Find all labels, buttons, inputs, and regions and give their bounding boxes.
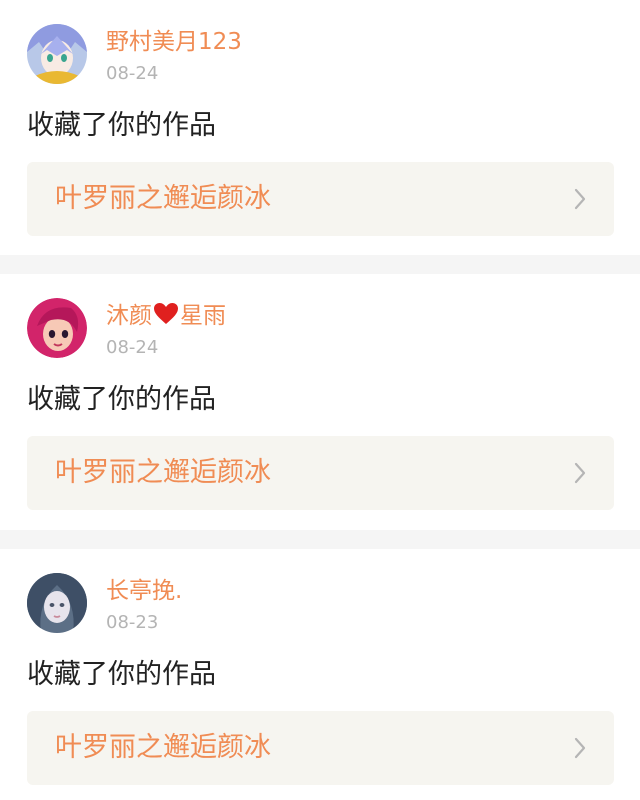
notification-item: 沐颜 星雨 08-24 收藏了你的作品 叶罗丽之邂逅颜冰 xyxy=(0,274,640,530)
work-title: 叶罗丽之邂逅颜冰 xyxy=(55,732,271,763)
work-card[interactable]: 叶罗丽之邂逅颜冰 xyxy=(27,162,614,236)
notification-item: 长亭挽. 08-23 收藏了你的作品 叶罗丽之邂逅颜冰 xyxy=(0,549,640,800)
timestamp: 08-24 xyxy=(106,63,159,84)
chevron-right-icon xyxy=(574,188,586,210)
notification-feed: 野村美月123 08-24 收藏了你的作品 叶罗丽之邂逅颜冰 沐颜 星雨 08-… xyxy=(0,0,640,800)
work-card[interactable]: 叶罗丽之邂逅颜冰 xyxy=(27,711,614,785)
username-part: 沐颜 xyxy=(106,303,152,329)
work-card[interactable]: 叶罗丽之邂逅颜冰 xyxy=(27,436,614,510)
action-text: 收藏了你的作品 xyxy=(27,659,216,690)
action-text: 收藏了你的作品 xyxy=(27,384,216,415)
notification-item: 野村美月123 08-24 收藏了你的作品 叶罗丽之邂逅颜冰 xyxy=(0,0,640,255)
timestamp: 08-24 xyxy=(106,337,159,358)
user-avatar[interactable] xyxy=(27,573,87,633)
chevron-right-icon xyxy=(574,462,586,484)
heart-icon xyxy=(154,303,178,324)
work-title: 叶罗丽之邂逅颜冰 xyxy=(55,457,271,488)
timestamp: 08-23 xyxy=(106,612,159,633)
action-text: 收藏了你的作品 xyxy=(27,110,216,141)
username[interactable]: 沐颜 星雨 xyxy=(106,301,226,331)
work-title: 叶罗丽之邂逅颜冰 xyxy=(55,183,271,214)
chevron-right-icon xyxy=(574,737,586,759)
username[interactable]: 长亭挽. xyxy=(106,576,182,606)
user-avatar[interactable] xyxy=(27,298,87,358)
user-avatar[interactable] xyxy=(27,24,87,84)
username[interactable]: 野村美月123 xyxy=(106,27,242,57)
username-part: 星雨 xyxy=(180,303,226,329)
